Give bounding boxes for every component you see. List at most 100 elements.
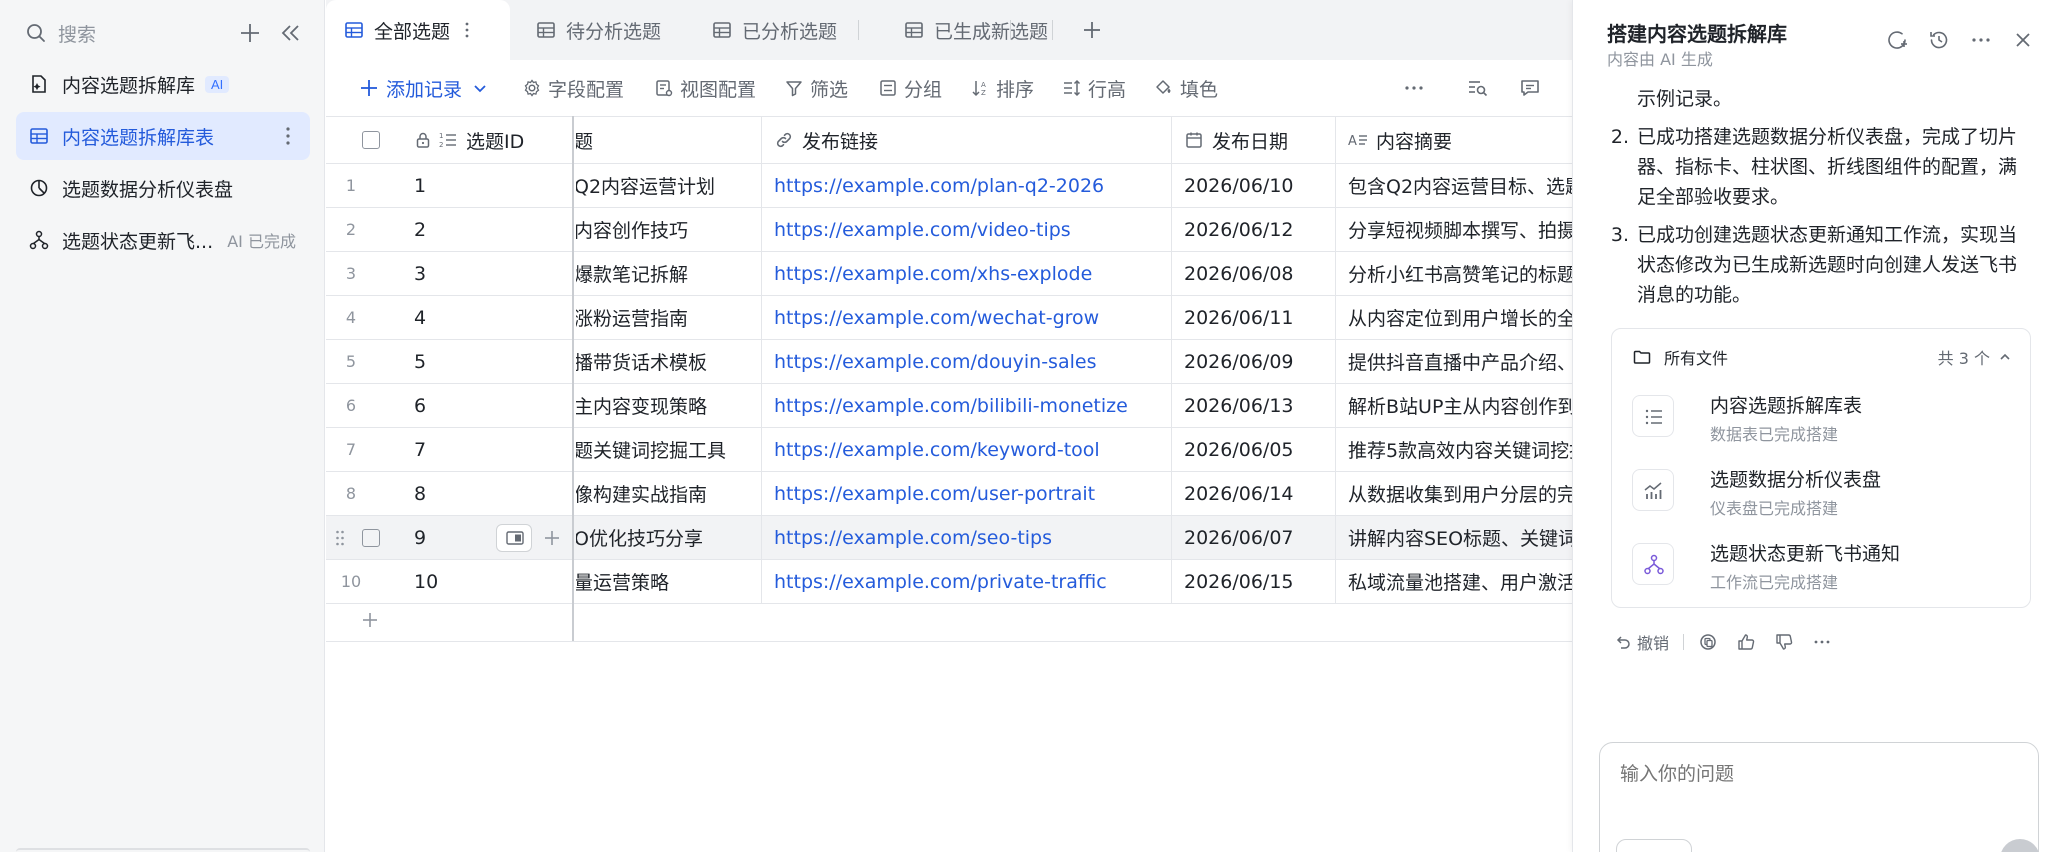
add-view-icon[interactable] xyxy=(1078,16,1106,44)
file-item-workflow[interactable]: 选题状态更新飞书通知 工作流已完成搭建 xyxy=(1632,535,2012,595)
cell-title[interactable]: O优化技巧分享 xyxy=(576,516,761,559)
cell-id[interactable]: 3 xyxy=(414,252,564,295)
file-item-table[interactable]: 内容选题拆解库表 数据表已完成搭建 xyxy=(1632,387,2012,447)
select-all-checkbox[interactable] xyxy=(362,131,380,149)
cell-summary[interactable]: 提供抖音直播中产品介绍、 xyxy=(1335,340,1572,383)
more-horizontal-icon[interactable] xyxy=(1969,28,1993,52)
cell-id[interactable]: 10 xyxy=(414,560,564,603)
more-vertical-icon[interactable] xyxy=(464,20,470,40)
insert-row-icon[interactable] xyxy=(542,528,562,548)
tab-all-topics[interactable]: 全部选题 xyxy=(326,0,510,60)
cell-id[interactable]: 8 xyxy=(414,472,564,515)
cell-link[interactable]: https://example.com/bilibili-monetize xyxy=(761,384,1171,427)
cell-summary[interactable]: 包含Q2内容运营目标、选题 xyxy=(1335,164,1572,207)
thumbs-up-icon[interactable] xyxy=(1736,632,1756,652)
cell-date[interactable]: 2026/06/13 xyxy=(1171,384,1335,427)
chevron-down-icon[interactable] xyxy=(472,80,488,96)
cell-id[interactable]: 2 xyxy=(414,208,564,251)
add-record-button[interactable]: 添加记录 xyxy=(358,74,488,102)
cell-link[interactable]: https://example.com/xhs-explode xyxy=(761,252,1171,295)
cell-title[interactable]: 播带货话术模板 xyxy=(576,340,761,383)
cell-summary[interactable]: 分析小红书高赞笔记的标题 xyxy=(1335,252,1572,295)
cell-summary[interactable]: 私域流量池搭建、用户激活 xyxy=(1335,560,1572,603)
table-row[interactable]: 3 3 爆款笔记拆解 https://example.com/xhs-explode 2… xyxy=(326,252,1572,296)
new-chat-icon[interactable] xyxy=(1885,28,1909,52)
cell-link[interactable]: https://example.com/seo-tips xyxy=(761,516,1171,559)
cell-title[interactable]: 爆款笔记拆解 xyxy=(576,252,761,295)
group-button[interactable]: 分组 xyxy=(878,74,942,102)
close-icon[interactable] xyxy=(2011,28,2035,52)
tab-analyzed[interactable]: 已分析选题 xyxy=(694,0,855,60)
filter-button[interactable]: 筛选 xyxy=(784,74,848,102)
header-id[interactable]: 12 选题ID xyxy=(414,117,574,163)
cell-id[interactable]: 6 xyxy=(414,384,564,427)
cell-link[interactable]: https://example.com/plan-q2-2026 xyxy=(761,164,1171,207)
cell-id[interactable]: 7 xyxy=(414,428,564,471)
undo-icon[interactable] xyxy=(1613,632,1633,652)
header-link[interactable]: 发布链接 xyxy=(761,117,1171,163)
cell-title[interactable]: 涨粉运营指南 xyxy=(576,296,761,339)
cell-summary[interactable]: 解析B站UP主从内容创作到 xyxy=(1335,384,1572,427)
collapse-sidebar-icon[interactable] xyxy=(278,20,304,46)
cell-title[interactable]: 题关键词挖掘工具 xyxy=(576,428,761,471)
cell-title[interactable]: Q2内容运营计划 xyxy=(576,164,761,207)
cell-date[interactable]: 2026/06/15 xyxy=(1171,560,1335,603)
cell-summary[interactable]: 从数据收集到用户分层的完 xyxy=(1335,472,1572,515)
cell-id[interactable]: 4 xyxy=(414,296,564,339)
cell-date[interactable]: 2026/06/05 xyxy=(1171,428,1335,471)
tab-generated[interactable]: 已生成新选题 xyxy=(886,0,1066,60)
copy-icon[interactable] xyxy=(1698,632,1718,652)
cell-link[interactable]: https://example.com/douyin-sales xyxy=(761,340,1171,383)
cell-title[interactable]: 量运营策略 xyxy=(576,560,761,603)
cell-date[interactable]: 2026/06/11 xyxy=(1171,296,1335,339)
table-row[interactable]: 7 7 题关键词挖掘工具 https://example.com/keyword-to… xyxy=(326,428,1572,472)
sort-button[interactable]: AZ 排序 xyxy=(970,74,1034,102)
add-row-button[interactable] xyxy=(326,598,1572,642)
cell-summary[interactable]: 推荐5款高效内容关键词挖掘 xyxy=(1335,428,1572,471)
sidebar-search[interactable]: 搜索 xyxy=(24,18,304,48)
search-placeholder[interactable]: 搜索 xyxy=(58,20,226,47)
plus-icon[interactable] xyxy=(236,19,264,47)
cell-link[interactable]: https://example.com/user-portrait xyxy=(761,472,1171,515)
cell-date[interactable]: 2026/06/10 xyxy=(1171,164,1335,207)
files-header[interactable]: 所有文件 共 3 个 xyxy=(1632,343,2012,371)
cell-date[interactable]: 2026/06/12 xyxy=(1171,208,1335,251)
history-icon[interactable] xyxy=(1927,28,1951,52)
sidebar-item-workflow[interactable]: 选题状态更新飞... AI 已完成 xyxy=(16,216,310,264)
cell-link[interactable]: https://example.com/keyword-tool xyxy=(761,428,1171,471)
send-button[interactable] xyxy=(2000,839,2040,852)
cell-title[interactable]: 主内容变现策略 xyxy=(576,384,761,427)
file-item-dashboard[interactable]: 选题数据分析仪表盘 仪表盘已完成搭建 xyxy=(1632,461,2012,521)
thumbs-down-icon[interactable] xyxy=(1774,632,1794,652)
sidebar-item-topic-library[interactable]: 内容选题拆解库 AI xyxy=(16,60,310,108)
view-config-button[interactable]: 视图配置 xyxy=(654,74,756,102)
table-row[interactable]: 9 O优化技巧分享 https://example.com/seo-tips 2026… xyxy=(326,516,1572,560)
field-config-button[interactable]: 字段配置 xyxy=(522,74,624,102)
undo-button[interactable]: 撤销 xyxy=(1637,630,1669,654)
table-row[interactable]: 8 8 像构建实战指南 https://example.com/user-portra… xyxy=(326,472,1572,516)
expand-record-button[interactable] xyxy=(496,524,532,552)
cell-title[interactable]: 像构建实战指南 xyxy=(576,472,761,515)
table-row[interactable]: 5 5 播带货话术模板 https://example.com/douyin-sale… xyxy=(326,340,1572,384)
chevron-up-icon[interactable] xyxy=(1998,350,2012,364)
cell-id[interactable]: 5 xyxy=(414,340,564,383)
table-row[interactable]: 6 6 主内容变现策略 https://example.com/bilibili-mo… xyxy=(326,384,1572,428)
search-records-icon[interactable] xyxy=(1466,76,1490,100)
header-date[interactable]: 发布日期 xyxy=(1171,117,1335,163)
header-title[interactable]: 题 xyxy=(576,117,761,163)
input-option-chip[interactable] xyxy=(1616,839,1692,852)
cell-date[interactable]: 2026/06/08 xyxy=(1171,252,1335,295)
cell-id[interactable]: 1 xyxy=(414,164,564,207)
row-height-button[interactable]: 行高 xyxy=(1062,74,1126,102)
cell-link[interactable]: https://example.com/video-tips xyxy=(761,208,1171,251)
cell-date[interactable]: 2026/06/14 xyxy=(1171,472,1335,515)
cell-date[interactable]: 2026/06/09 xyxy=(1171,340,1335,383)
question-input-box[interactable] xyxy=(1599,742,2040,852)
table-row[interactable]: 4 4 涨粉运营指南 https://example.com/wechat-grow 2… xyxy=(326,296,1572,340)
cell-summary[interactable]: 讲解内容SEO标题、关键词 xyxy=(1335,516,1572,559)
question-input[interactable] xyxy=(1620,763,2020,785)
tab-pending[interactable]: 待分析选题 xyxy=(518,0,679,60)
cell-summary[interactable]: 从内容定位到用户增长的全 xyxy=(1335,296,1572,339)
cell-link[interactable]: https://example.com/private-traffic xyxy=(761,560,1171,603)
more-horizontal-icon[interactable] xyxy=(1402,76,1426,100)
